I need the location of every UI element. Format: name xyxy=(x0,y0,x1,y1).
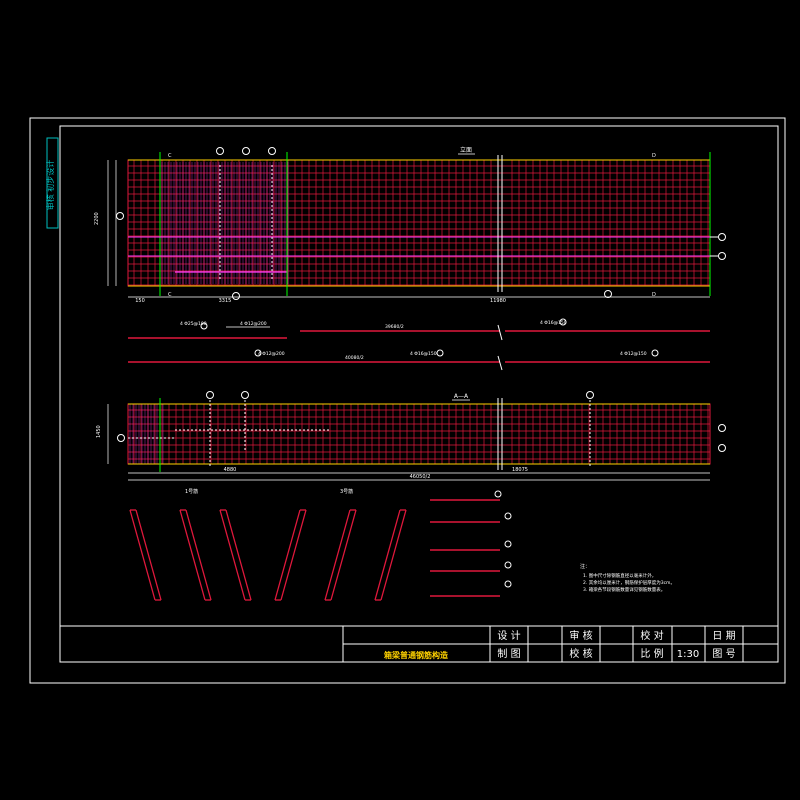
rebar-line xyxy=(274,509,301,601)
tb-scale-label: 比 例 xyxy=(640,647,663,660)
rebar-line xyxy=(324,509,351,601)
section-top-label: 立面 xyxy=(460,146,472,154)
top-elevation: 立面 C D C D 2200 11980 3315 150 xyxy=(94,146,726,304)
note-2: 2. 其余均以厘米计，钢筋保护层厚度为3cm。 xyxy=(583,579,675,586)
dim-bottom-right: 18075 xyxy=(512,467,528,473)
dim-top-small: 150 xyxy=(135,298,145,304)
detail-label-2: 3号筋 xyxy=(340,488,353,495)
dim-top-total: 11980 xyxy=(490,298,506,304)
small-bar-shapes xyxy=(430,490,512,597)
dim-top-left: 3315 xyxy=(219,298,232,304)
cut-label-c-top: C xyxy=(168,153,172,159)
bottom-grid-frame xyxy=(127,403,711,465)
rebar-line xyxy=(330,509,357,601)
bottom-rebar-grid xyxy=(128,404,710,464)
tb-review: 审 核 xyxy=(569,629,592,642)
tb-date: 日 期 xyxy=(712,630,735,642)
rebar-note-5: 4 Φ16@150 xyxy=(410,351,437,357)
tb-design: 设 计 xyxy=(497,629,520,642)
dim-bottom-total: 46050/2 xyxy=(410,474,431,480)
tb-draw: 制 图 xyxy=(497,647,520,660)
dim-height-top: 2200 xyxy=(94,212,100,225)
rebar-length-1: 39680/2 xyxy=(385,324,404,330)
note-1: 1. 图中尺寸除钢筋直径以毫米计外， xyxy=(583,572,656,579)
tb-scale-value: 1:30 xyxy=(677,649,699,660)
rebar-line xyxy=(185,509,212,601)
rebar-line xyxy=(280,509,307,601)
drawing-title: 箱梁普通钢筋构造 xyxy=(384,650,448,660)
rebar-line xyxy=(129,509,156,601)
bent-bar-details: 1号筋 3号筋 xyxy=(129,488,407,601)
rebar-note-2: 4 Φ12@200 xyxy=(240,321,267,327)
rebar-schedule-lines: 4 Φ25@100 4 Φ12@200 4 Φ16@150 4 Φ12@200 … xyxy=(128,318,710,371)
top-grid-frame xyxy=(127,159,711,287)
tb-sheet-label: 图 号 xyxy=(712,648,735,660)
note-3: 3. 箱梁各节段钢筋数量详见钢筋数量表。 xyxy=(583,586,665,593)
section-a-a: A—A 1450 4880 18075 46050/2 xyxy=(96,391,726,481)
dim-bottom-left: 4880 xyxy=(224,467,237,473)
rebar-line xyxy=(374,509,401,601)
rebar-note-4: 4 Φ12@200 xyxy=(258,351,285,357)
rebar-line xyxy=(219,509,246,601)
title-block: 箱梁普通钢筋构造 设 计 审 核 校 对 日 期 制 图 校 核 比 例 1:3… xyxy=(60,625,778,662)
notes-heading: 注： xyxy=(580,563,590,570)
rebar-length-2: 40080/2 xyxy=(345,355,364,361)
sidebar-text: 审核 初步设计 xyxy=(45,160,55,211)
outer-frame xyxy=(29,117,786,684)
tb-proof: 校 核 xyxy=(569,647,592,660)
tb-check: 校 对 xyxy=(640,629,663,642)
detail-label-1: 1号筋 xyxy=(185,488,198,495)
top-rebar-grid xyxy=(128,160,710,286)
section-bottom-label: A—A xyxy=(454,393,469,400)
rebar-line xyxy=(135,509,162,601)
cad-drawing: 审核 初步设计 立面 C D C D 2200 11980 3315 150 4… xyxy=(29,117,786,684)
rebar-line xyxy=(225,509,252,601)
dim-height-bot: 1450 xyxy=(96,425,102,438)
rebar-note-1: 4 Φ25@100 xyxy=(180,321,207,327)
rebar-line xyxy=(380,509,407,601)
rebar-line xyxy=(179,509,206,601)
cut-label-d-top: D xyxy=(652,153,656,159)
rebar-note-6: 4 Φ12@150 xyxy=(620,351,647,357)
notes-block: 注： 1. 图中尺寸除钢筋直径以毫米计外， 2. 其余均以厘米计，钢筋保护层厚度… xyxy=(580,563,675,593)
